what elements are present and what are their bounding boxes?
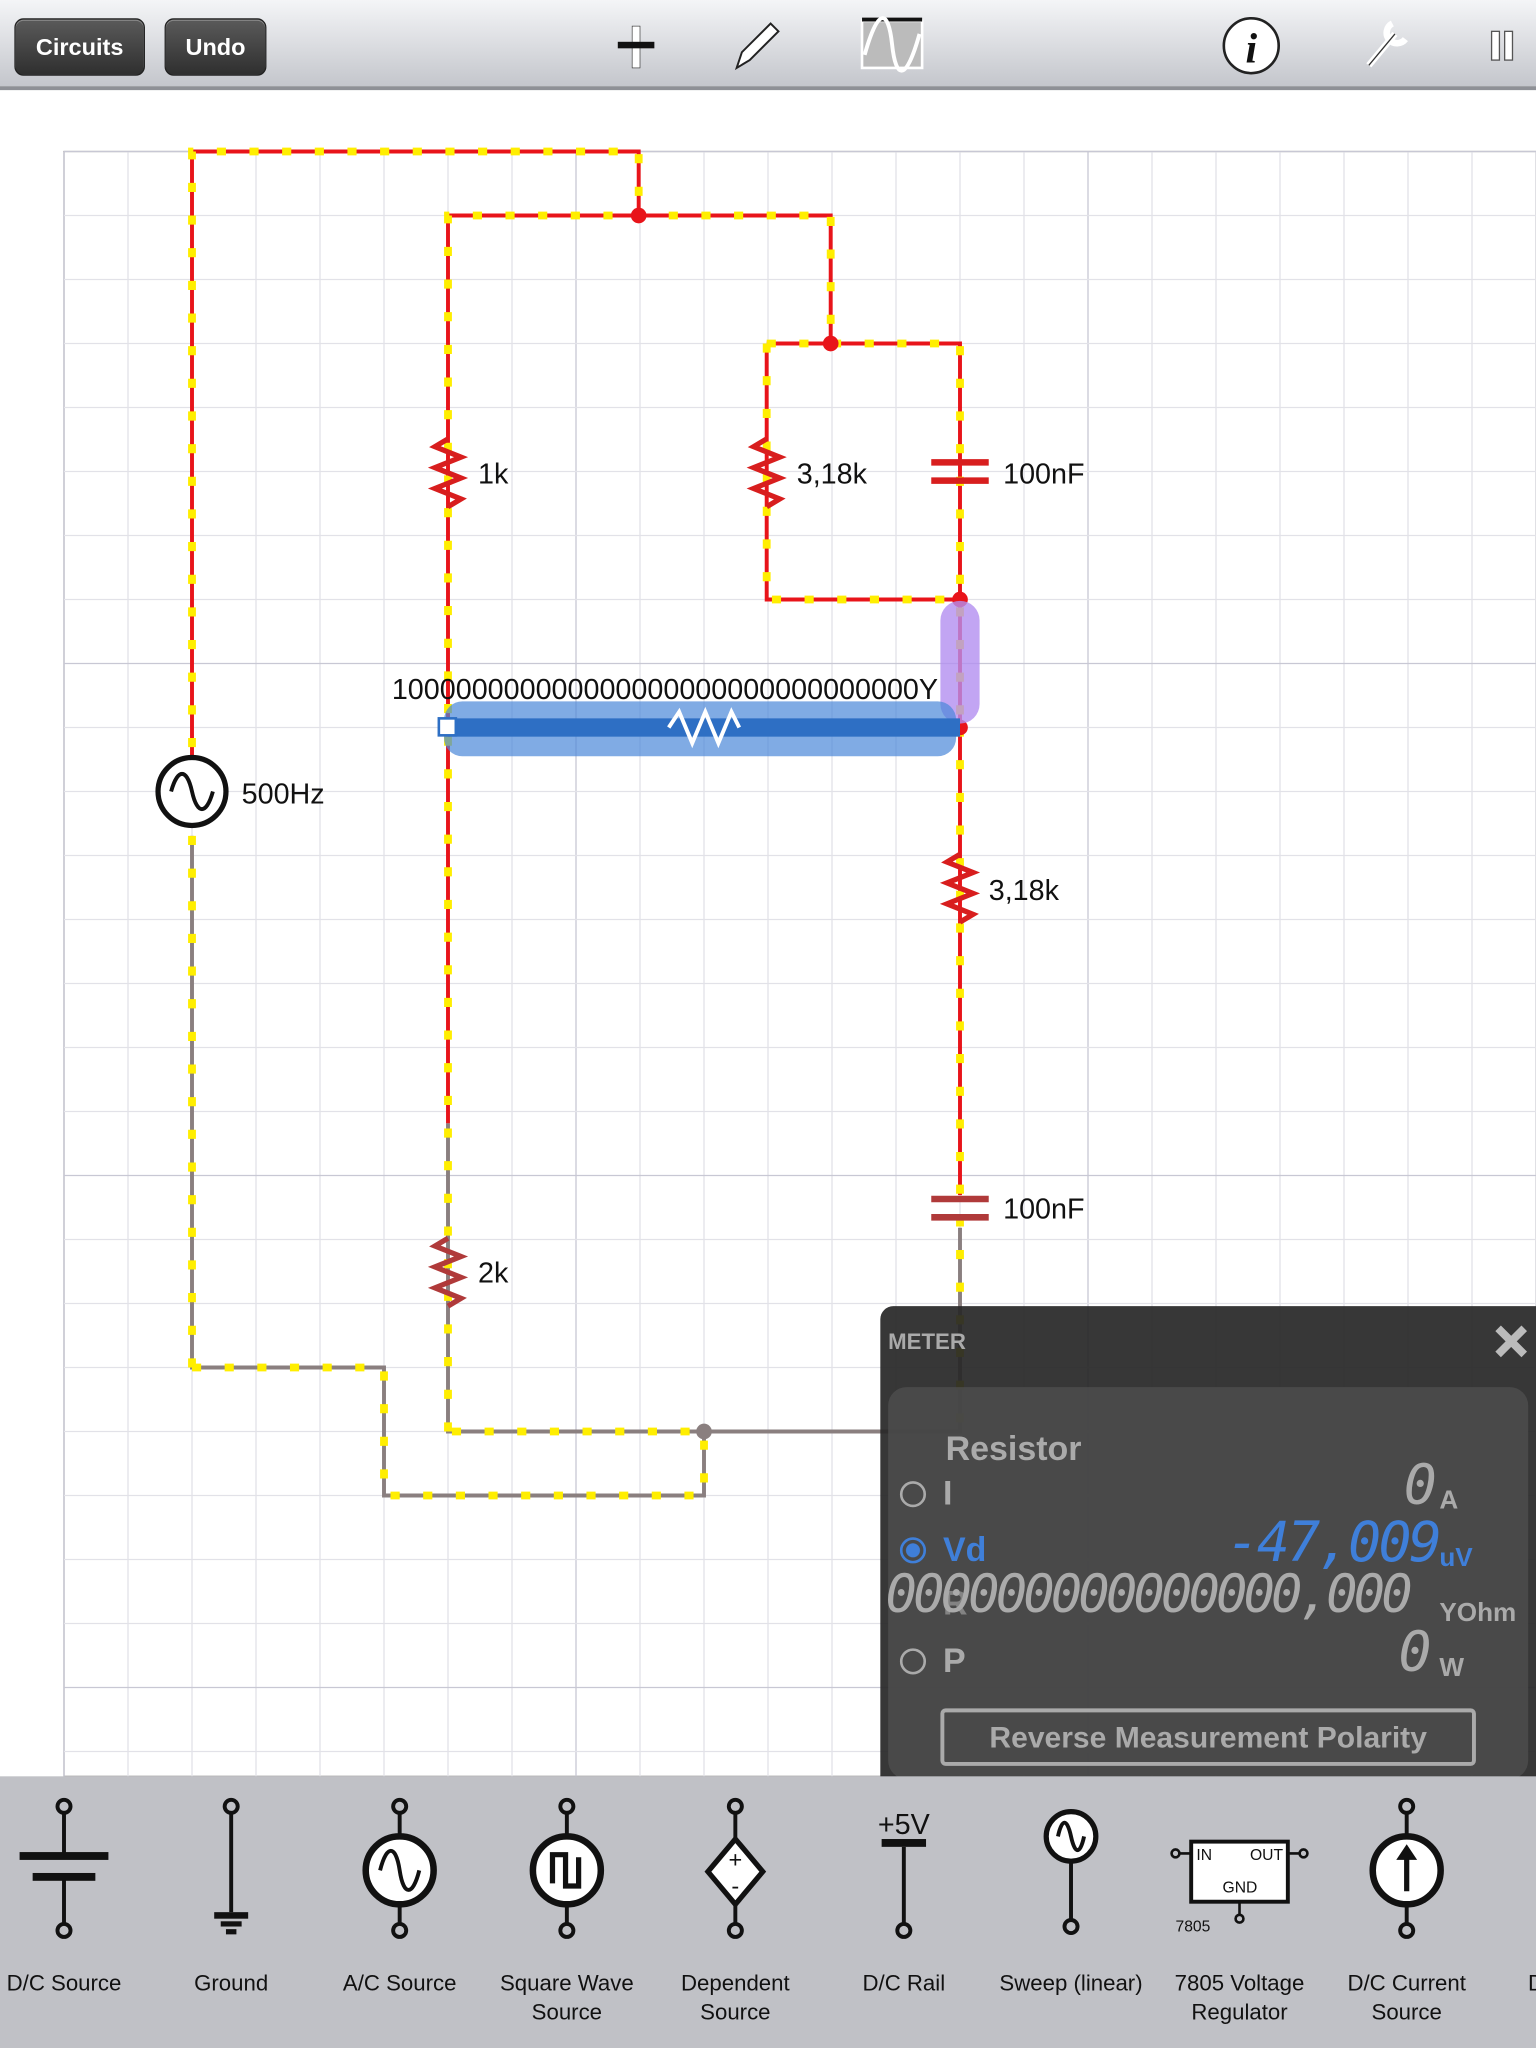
palette-square-wave-source[interactable]: Square Wave Source (482, 1776, 652, 2048)
svg-text:GND: GND (1223, 1880, 1258, 1897)
radio-vd[interactable] (899, 1537, 927, 1564)
palette-label: D/C Rail (862, 1970, 946, 1996)
info-icon[interactable]: i (1220, 16, 1283, 79)
palette-sweep[interactable]: Sweep (linear) (986, 1776, 1156, 2048)
regulator-icon: IN OUT GND 7805 (1170, 1839, 1309, 1936)
label-selected-resistor: 100000000000000000000000000000000Y (392, 674, 938, 706)
radio-i[interactable] (899, 1481, 927, 1508)
palette-dependent-source[interactable]: + - Dependent Source (650, 1776, 820, 2048)
pause-icon[interactable] (1484, 16, 1523, 73)
ac-source-icon (362, 1797, 437, 1939)
svg-text:+: + (728, 1847, 742, 1873)
component-palette: D/C Source Ground A/C Source Square Wave… (0, 1776, 1536, 2048)
palette-label: 7805 Voltage Regulator (1174, 1970, 1305, 2025)
dc-rail-icon: +5V (878, 1809, 931, 1939)
radio-p[interactable] (899, 1648, 927, 1675)
palette-dc-source[interactable]: D/C Source (0, 1776, 149, 2048)
palette-label: Sweep (linear) (999, 1970, 1143, 1996)
undo-button[interactable]: Undo (164, 18, 267, 76)
ac-source[interactable] (155, 754, 229, 829)
palette-ground[interactable]: Ground (146, 1776, 316, 2048)
unit-r: YOhm (1439, 1598, 1517, 1628)
meter-title: METER (888, 1329, 966, 1355)
selected-resistor[interactable] (437, 701, 960, 757)
value-r: 000000000000000,000 (885, 1564, 1413, 1625)
toolbar: Circuits Undo i (0, 0, 1536, 91)
reverse-polarity-button[interactable]: Reverse Measurement Polarity (940, 1708, 1476, 1766)
svg-text:7805: 7805 (1176, 1919, 1211, 1936)
ground-icon (214, 1797, 249, 1935)
meter-panel: METER Resistor I 0 A Vd -47,009 uV R 000… (880, 1306, 1536, 1792)
unit-p: W (1439, 1653, 1465, 1683)
palette-label: A/C Source (342, 1970, 457, 1996)
oscilloscope-icon[interactable] (859, 16, 924, 73)
palette-label: D (1451, 1970, 1536, 1999)
label-3-18k-lower: 3,18k (989, 875, 1060, 907)
dependent-source-icon: +- (704, 1797, 767, 1939)
unit-i: A (1439, 1486, 1459, 1516)
value-p: 0 (1398, 1619, 1431, 1684)
meter-component: Resistor (945, 1428, 1082, 1469)
sweep-icon (1043, 1808, 1099, 1936)
wrench-icon[interactable] (1358, 16, 1415, 73)
value-i: 0 (1403, 1452, 1437, 1517)
svg-text:IN: IN (1196, 1847, 1212, 1864)
svg-text:OUT: OUT (1250, 1847, 1283, 1864)
unit-vd: uV (1439, 1543, 1473, 1573)
palette-ac-source[interactable]: A/C Source (315, 1776, 485, 2048)
label-100nf-lower: 100nF (1003, 1194, 1084, 1226)
label-1k: 1k (478, 458, 509, 490)
label-500hz: 500Hz (242, 778, 325, 810)
label-i: I (943, 1473, 953, 1513)
circuits-button[interactable]: Circuits (14, 18, 145, 76)
svg-text:-: - (731, 1873, 739, 1899)
palette-label: Ground (194, 1970, 269, 1996)
palette-label: Square Wave Source (499, 1970, 634, 2025)
svg-text:i: i (1245, 27, 1257, 73)
palette-label: Dependent Source (681, 1970, 790, 2025)
pencil-icon[interactable] (726, 16, 783, 73)
label-100nf: 100nF (1003, 458, 1084, 490)
palette-more[interactable]: D (1451, 1776, 1536, 2048)
palette-7805-regulator[interactable]: IN OUT GND 7805 7805 Voltage Regulator (1155, 1776, 1325, 2048)
dc-source-icon (19, 1797, 109, 1939)
palette-label: D/C Source (6, 1970, 122, 1996)
label-2k: 2k (478, 1258, 509, 1290)
label-3-18k: 3,18k (797, 458, 868, 490)
square-wave-icon (529, 1797, 605, 1939)
palette-dc-rail[interactable]: +5V D/C Rail (819, 1776, 989, 2048)
svg-text:+5V: +5V (878, 1809, 931, 1841)
close-icon[interactable] (1492, 1322, 1531, 1361)
add-icon[interactable] (614, 16, 658, 73)
label-p: P (943, 1640, 966, 1680)
